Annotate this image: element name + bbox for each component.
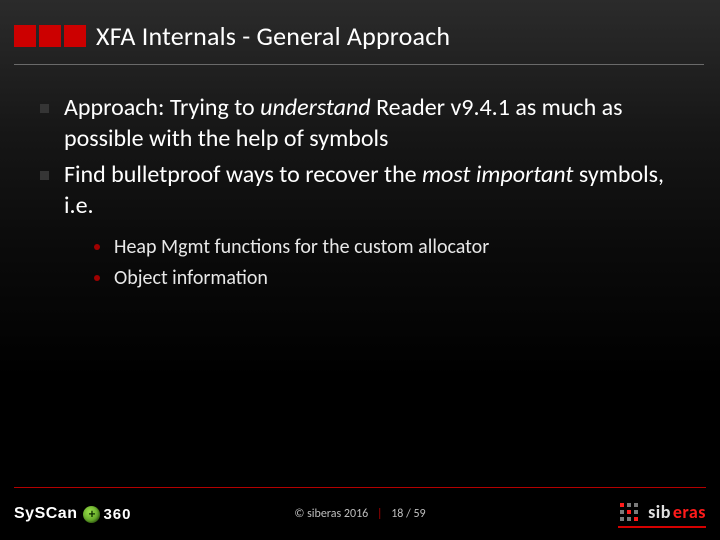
red-square-icon: [64, 25, 86, 47]
bullet-item: Approach: Trying to understand Reader v9…: [40, 93, 680, 154]
sub-bullet-text: Heap Mgmt functions for the custom alloc…: [114, 235, 489, 259]
syscan360-logo: SySCan + 360: [14, 505, 132, 523]
sub-bullet-item: Object information: [94, 265, 680, 292]
plus-icon: +: [83, 506, 100, 523]
bullet-list: Approach: Trying to understand Reader v9…: [40, 93, 680, 292]
bullet-text: Approach: Trying to: [64, 93, 260, 122]
siberas-eras: eras: [673, 501, 706, 523]
footer: SySCan + 360 © siberas 2016 | 18 / 59 si…: [0, 488, 720, 540]
siberas-sib: sib: [648, 501, 671, 523]
footer-separator: |: [377, 507, 383, 521]
sub-bullet-item: Heap Mgmt functions for the custom alloc…: [94, 234, 680, 261]
title-row: XFA Internals - General Approach: [0, 0, 720, 64]
bullet-text-italic: understand: [260, 93, 371, 122]
page-sep: /: [406, 507, 411, 521]
slide-body: Approach: Trying to understand Reader v9…: [0, 65, 720, 292]
siberas-dots-icon: [620, 503, 638, 521]
siberas-logo: siberas: [618, 501, 706, 528]
sub-bullet-list: Heap Mgmt functions for the custom alloc…: [64, 234, 680, 292]
plus360-group: + 360: [83, 506, 131, 523]
bullet-text-italic: most important: [422, 160, 573, 189]
page-total: 59: [413, 507, 425, 521]
title-squares-icon: [14, 25, 86, 47]
bullet-text: Find bulletproof ways to recover the: [64, 160, 422, 189]
slide: XFA Internals - General Approach Approac…: [0, 0, 720, 540]
copyright-text: © siberas 2016: [294, 507, 368, 521]
red-square-icon: [39, 25, 61, 47]
siberas-word: siberas: [648, 501, 706, 523]
red-square-icon: [14, 25, 36, 47]
bullet-item: Find bulletproof ways to recover the mos…: [40, 160, 680, 291]
siberas-underline: [618, 526, 706, 528]
slide-title: XFA Internals - General Approach: [96, 20, 450, 52]
syscan-word: SySCan: [14, 505, 77, 523]
page-current: 18: [391, 507, 403, 521]
sub-bullet-text: Object information: [114, 266, 268, 290]
text-360: 360: [103, 506, 131, 523]
